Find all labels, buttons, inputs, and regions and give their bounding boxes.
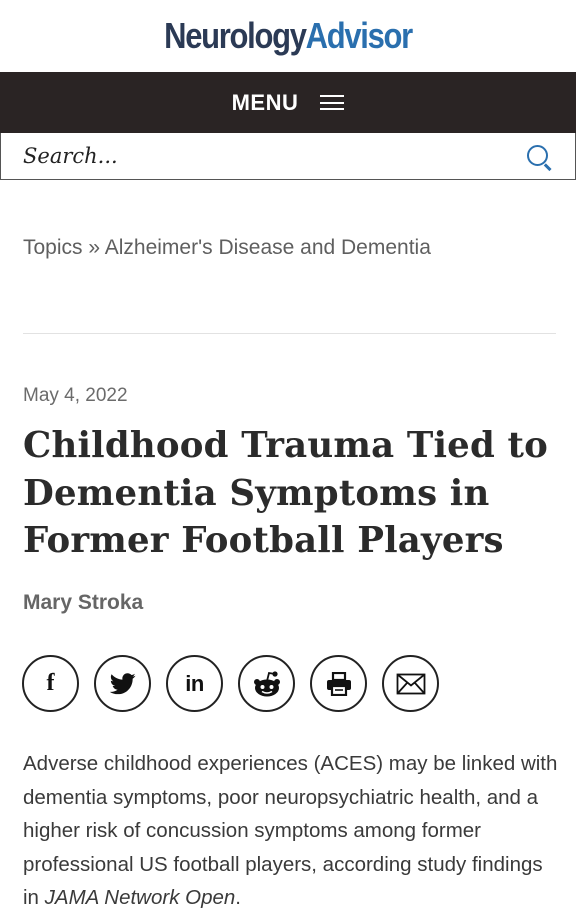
search-bar bbox=[0, 133, 576, 180]
search-input[interactable] bbox=[23, 144, 483, 168]
hamburger-icon bbox=[320, 95, 345, 110]
linkedin-icon: in bbox=[185, 670, 204, 696]
share-reddit-button[interactable] bbox=[238, 655, 295, 712]
search-icon[interactable] bbox=[527, 145, 553, 171]
share-buttons: f in bbox=[22, 655, 439, 712]
menu-button[interactable]: MENU bbox=[0, 72, 576, 133]
share-linkedin-button[interactable]: in bbox=[166, 655, 223, 712]
share-twitter-button[interactable] bbox=[94, 655, 151, 712]
article-title: Childhood Trauma Tied to Dementia Sympto… bbox=[23, 425, 549, 561]
journal-name: JAMA Network Open bbox=[44, 886, 236, 909]
site-header: NeurologyAdvisor MENU bbox=[0, 0, 576, 180]
print-icon bbox=[326, 671, 351, 696]
article-intro-end: . bbox=[235, 886, 241, 909]
logo-bar: NeurologyAdvisor bbox=[0, 0, 576, 72]
email-icon bbox=[396, 673, 425, 694]
logo-text-advisor: Advisor bbox=[305, 15, 414, 56]
twitter-icon bbox=[109, 672, 136, 694]
breadcrumb-category-link[interactable]: Alzheimer's Disease and Dementia bbox=[105, 236, 431, 259]
breadcrumb: Topics » Alzheimer's Disease and Dementi… bbox=[23, 236, 431, 260]
print-button[interactable] bbox=[310, 655, 367, 712]
article-author[interactable]: Mary Stroka bbox=[23, 591, 143, 615]
breadcrumb-separator: » bbox=[82, 236, 105, 259]
article-date: May 4, 2022 bbox=[23, 385, 128, 406]
share-facebook-button[interactable]: f bbox=[22, 655, 79, 712]
site-logo[interactable]: NeurologyAdvisor bbox=[164, 15, 414, 57]
breadcrumb-topics-link[interactable]: Topics bbox=[23, 236, 83, 259]
logo-text-neurology: Neurology bbox=[164, 15, 307, 56]
reddit-icon bbox=[253, 670, 280, 696]
divider bbox=[23, 333, 556, 334]
article-intro: Adverse childhood experiences (ACES) may… bbox=[23, 747, 558, 915]
menu-label: MENU bbox=[231, 89, 299, 115]
share-email-button[interactable] bbox=[382, 655, 439, 712]
facebook-icon: f bbox=[46, 670, 55, 696]
